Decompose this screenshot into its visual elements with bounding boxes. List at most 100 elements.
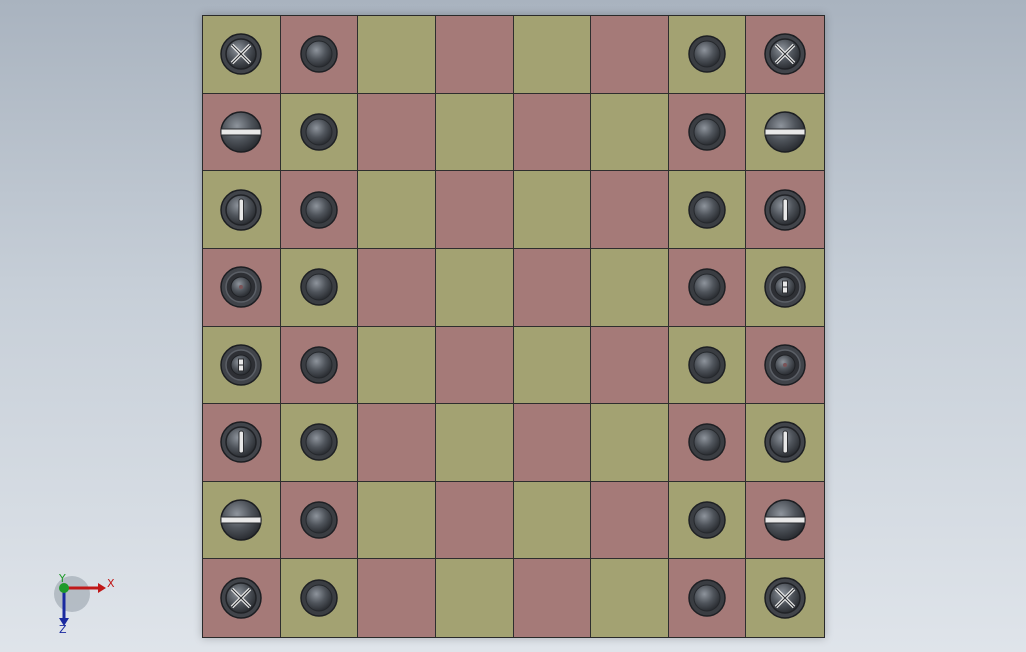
board-square[interactable] xyxy=(280,16,359,94)
board-square[interactable] xyxy=(435,171,514,249)
board-square[interactable] xyxy=(435,481,514,560)
pawn-piece[interactable] xyxy=(685,576,729,620)
pawn-piece[interactable] xyxy=(297,32,341,76)
y-axis-label: Y xyxy=(58,572,66,585)
slot-vertical-piece[interactable] xyxy=(219,420,263,464)
board-square[interactable] xyxy=(358,248,436,327)
graphics-viewport[interactable]: X Z Y xyxy=(0,0,1026,652)
pawn-piece[interactable] xyxy=(685,420,729,464)
board-square[interactable] xyxy=(435,404,514,482)
board-square[interactable] xyxy=(203,171,281,249)
board-square[interactable] xyxy=(746,248,824,327)
pawn-piece[interactable] xyxy=(297,188,341,232)
slotted-dome-piece[interactable] xyxy=(763,110,807,154)
pawn-piece[interactable] xyxy=(685,188,729,232)
cross-screw-piece[interactable] xyxy=(219,32,263,76)
pawn-piece[interactable] xyxy=(297,576,341,620)
board-square[interactable] xyxy=(746,559,824,637)
board-square[interactable] xyxy=(203,559,281,637)
board-square[interactable] xyxy=(746,93,824,172)
board-square[interactable] xyxy=(358,326,436,405)
cross-screw-piece[interactable] xyxy=(219,576,263,620)
board-square[interactable] xyxy=(591,248,669,327)
board-square[interactable] xyxy=(591,481,669,560)
cross-screw-piece[interactable] xyxy=(763,32,807,76)
slotted-dome-piece[interactable] xyxy=(763,498,807,542)
board-square[interactable] xyxy=(591,16,669,94)
slotted-dome-piece[interactable] xyxy=(219,498,263,542)
slot-vertical-piece[interactable] xyxy=(763,188,807,232)
board-square[interactable] xyxy=(280,93,359,172)
board-square[interactable] xyxy=(591,404,669,482)
x-axis-arrow xyxy=(98,583,106,593)
board-square[interactable] xyxy=(280,559,359,637)
board-square[interactable] xyxy=(280,481,359,560)
board-square[interactable] xyxy=(358,481,436,560)
board-square[interactable] xyxy=(280,326,359,405)
ring-double-slot-piece[interactable] xyxy=(763,265,807,309)
board-square[interactable] xyxy=(435,559,514,637)
board-square[interactable] xyxy=(746,481,824,560)
board-square[interactable] xyxy=(591,559,669,637)
board-square[interactable] xyxy=(280,248,359,327)
board-square[interactable] xyxy=(668,559,747,637)
board-square[interactable] xyxy=(435,248,514,327)
slotted-dome-piece[interactable] xyxy=(219,110,263,154)
board-square[interactable] xyxy=(203,404,281,482)
board-square[interactable] xyxy=(513,326,592,405)
board-square[interactable] xyxy=(435,326,514,405)
board-square[interactable] xyxy=(513,171,592,249)
board-square[interactable] xyxy=(280,171,359,249)
board-square[interactable] xyxy=(668,16,747,94)
board-square[interactable] xyxy=(513,404,592,482)
slot-vertical-piece[interactable] xyxy=(763,420,807,464)
board-square[interactable] xyxy=(513,93,592,172)
board-square[interactable] xyxy=(746,404,824,482)
pawn-piece[interactable] xyxy=(297,265,341,309)
board-square[interactable] xyxy=(513,16,592,94)
board-square[interactable] xyxy=(746,171,824,249)
pawn-piece[interactable] xyxy=(297,110,341,154)
pawn-piece[interactable] xyxy=(685,498,729,542)
board-square[interactable] xyxy=(358,171,436,249)
board-square[interactable] xyxy=(358,93,436,172)
pawn-piece[interactable] xyxy=(685,343,729,387)
board-square[interactable] xyxy=(435,93,514,172)
board-square[interactable] xyxy=(668,93,747,172)
board-square[interactable] xyxy=(668,404,747,482)
board-square[interactable] xyxy=(358,404,436,482)
board-square[interactable] xyxy=(358,16,436,94)
pawn-piece[interactable] xyxy=(685,265,729,309)
board-square[interactable] xyxy=(668,481,747,560)
slot-vertical-piece[interactable] xyxy=(219,188,263,232)
board-square[interactable] xyxy=(668,248,747,327)
board-square[interactable] xyxy=(513,559,592,637)
board-square[interactable] xyxy=(746,326,824,405)
board-square[interactable] xyxy=(591,93,669,172)
board-square[interactable] xyxy=(203,93,281,172)
board-square[interactable] xyxy=(668,326,747,405)
board-square[interactable] xyxy=(668,171,747,249)
board-square[interactable] xyxy=(203,481,281,560)
pawn-piece[interactable] xyxy=(297,343,341,387)
pawn-piece[interactable] xyxy=(685,110,729,154)
ring-dot-piece[interactable] xyxy=(219,265,263,309)
pawn-piece[interactable] xyxy=(297,498,341,542)
pawn-piece[interactable] xyxy=(685,32,729,76)
board-square[interactable] xyxy=(358,559,436,637)
board-square[interactable] xyxy=(203,326,281,405)
board-square[interactable] xyxy=(203,16,281,94)
board-square[interactable] xyxy=(591,326,669,405)
board-square[interactable] xyxy=(435,16,514,94)
board-square[interactable] xyxy=(513,481,592,560)
pawn-piece[interactable] xyxy=(297,420,341,464)
board-square[interactable] xyxy=(280,404,359,482)
board-square[interactable] xyxy=(513,248,592,327)
cross-screw-piece[interactable] xyxy=(763,576,807,620)
checkerboard[interactable] xyxy=(202,15,825,638)
ring-dot-piece[interactable] xyxy=(763,343,807,387)
board-square[interactable] xyxy=(746,16,824,94)
board-square[interactable] xyxy=(203,248,281,327)
board-square[interactable] xyxy=(591,171,669,249)
ring-double-slot-piece[interactable] xyxy=(219,343,263,387)
